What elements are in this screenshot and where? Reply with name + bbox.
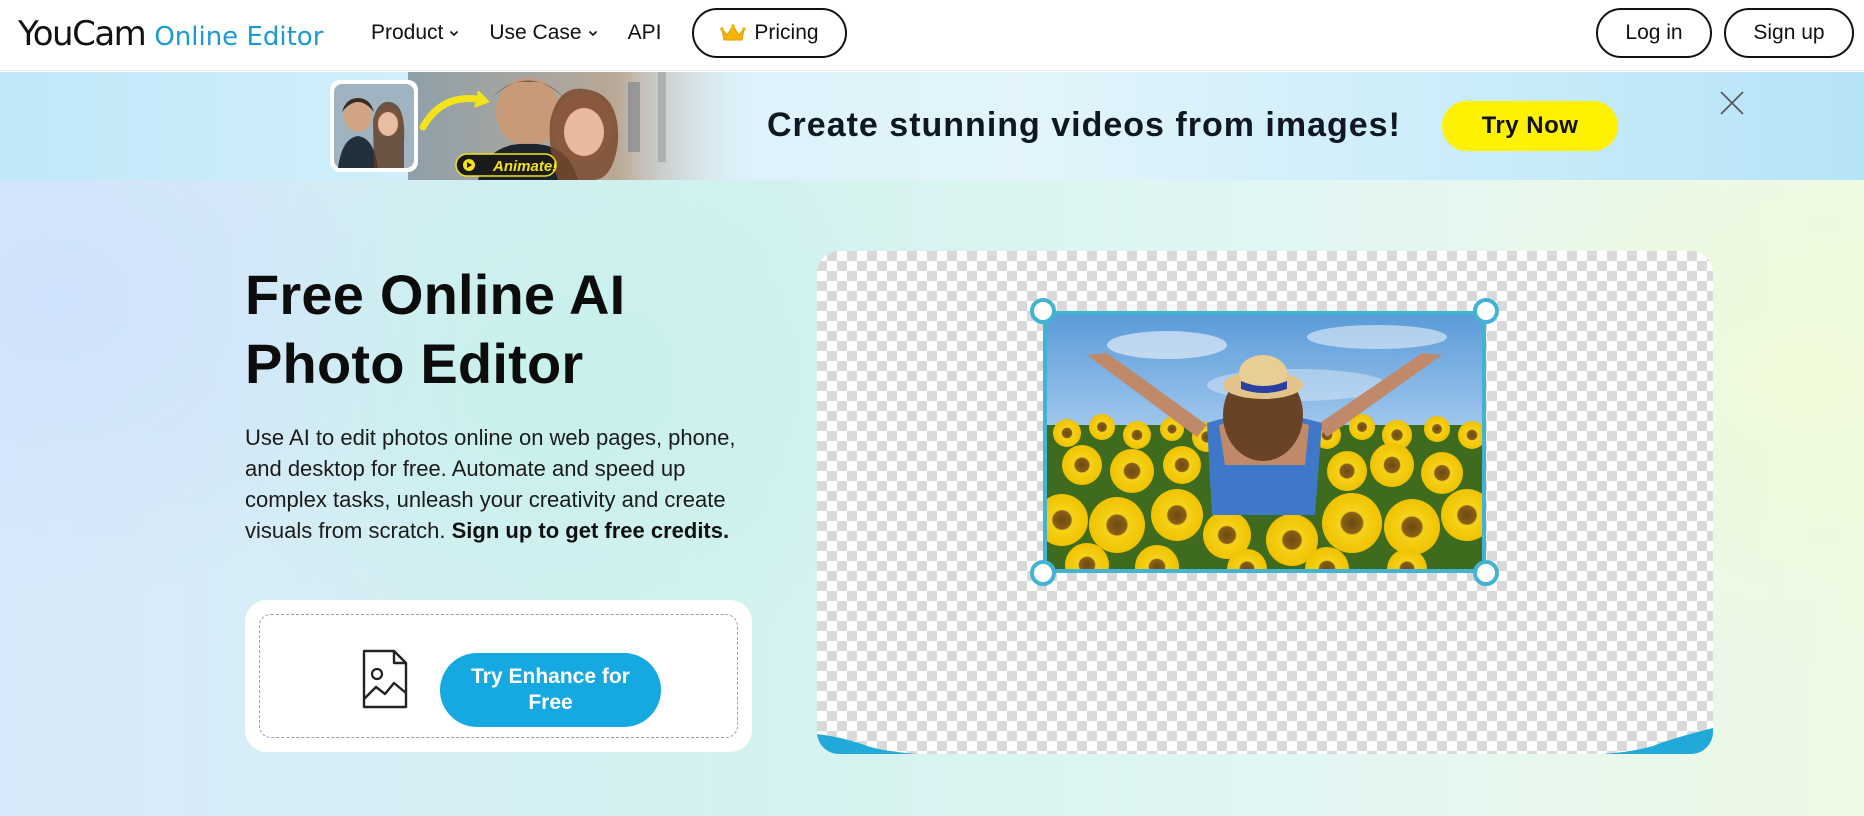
promo-banner: Animate! Create stunning videos from ima… [0, 72, 1864, 180]
pricing-button[interactable]: Pricing [692, 8, 847, 58]
menu-api-label: API [627, 21, 662, 44]
main-menu: Product Use Case API [371, 0, 685, 66]
close-icon[interactable] [1719, 90, 1745, 116]
sunflower-photo [1047, 315, 1482, 569]
logo-product-name: Online Editor [154, 22, 324, 52]
decorative-wave [817, 734, 917, 754]
chevron-down-icon [450, 30, 459, 37]
hero-section: Free Online AI Photo Editor Use AI to ed… [0, 180, 1864, 816]
hero-description: Use AI to edit photos online on web page… [245, 422, 765, 546]
page-title-line-1: Free Online AI [245, 263, 626, 326]
resize-handle-bottom-left[interactable] [1030, 560, 1056, 586]
menu-product[interactable]: Product [371, 21, 459, 45]
top-navigation: YouCam Online Editor Product Use Case AP… [0, 0, 1864, 71]
menu-api[interactable]: API [628, 21, 662, 45]
menu-product-label: Product [371, 21, 444, 44]
logo[interactable]: YouCam Online Editor [18, 14, 323, 54]
try-enhance-button[interactable]: Try Enhance for Free [440, 653, 661, 727]
crown-icon [720, 24, 747, 41]
decorative-wave [1603, 728, 1713, 754]
page-title-line-2: Photo Editor [245, 332, 584, 395]
signup-credits-text[interactable]: Sign up to get free credits. [452, 518, 729, 543]
logo-wordmark: YouCam [18, 14, 147, 54]
resize-handle-top-right[interactable] [1473, 298, 1499, 324]
page-title: Free Online AI Photo Editor [245, 260, 845, 398]
editor-preview [817, 251, 1713, 754]
login-button[interactable]: Log in [1596, 8, 1712, 58]
signup-button[interactable]: Sign up [1724, 8, 1854, 58]
banner-title: Create stunning videos from images! [767, 106, 1401, 144]
resize-handle-top-left[interactable] [1030, 298, 1056, 324]
crop-frame[interactable] [1030, 298, 1499, 586]
image-file-icon [362, 649, 408, 709]
upload-dropzone[interactable]: Try Enhance for Free [259, 614, 738, 738]
menu-use-case[interactable]: Use Case [489, 21, 597, 45]
resize-handle-bottom-right[interactable] [1473, 560, 1499, 586]
pricing-label: Pricing [754, 21, 819, 44]
animate-badge-label: Animate! [493, 158, 558, 175]
chevron-down-icon [588, 30, 597, 37]
upload-card[interactable]: Try Enhance for Free [245, 600, 752, 752]
menu-use-case-label: Use Case [489, 21, 582, 44]
try-now-button[interactable]: Try Now [1442, 101, 1618, 151]
